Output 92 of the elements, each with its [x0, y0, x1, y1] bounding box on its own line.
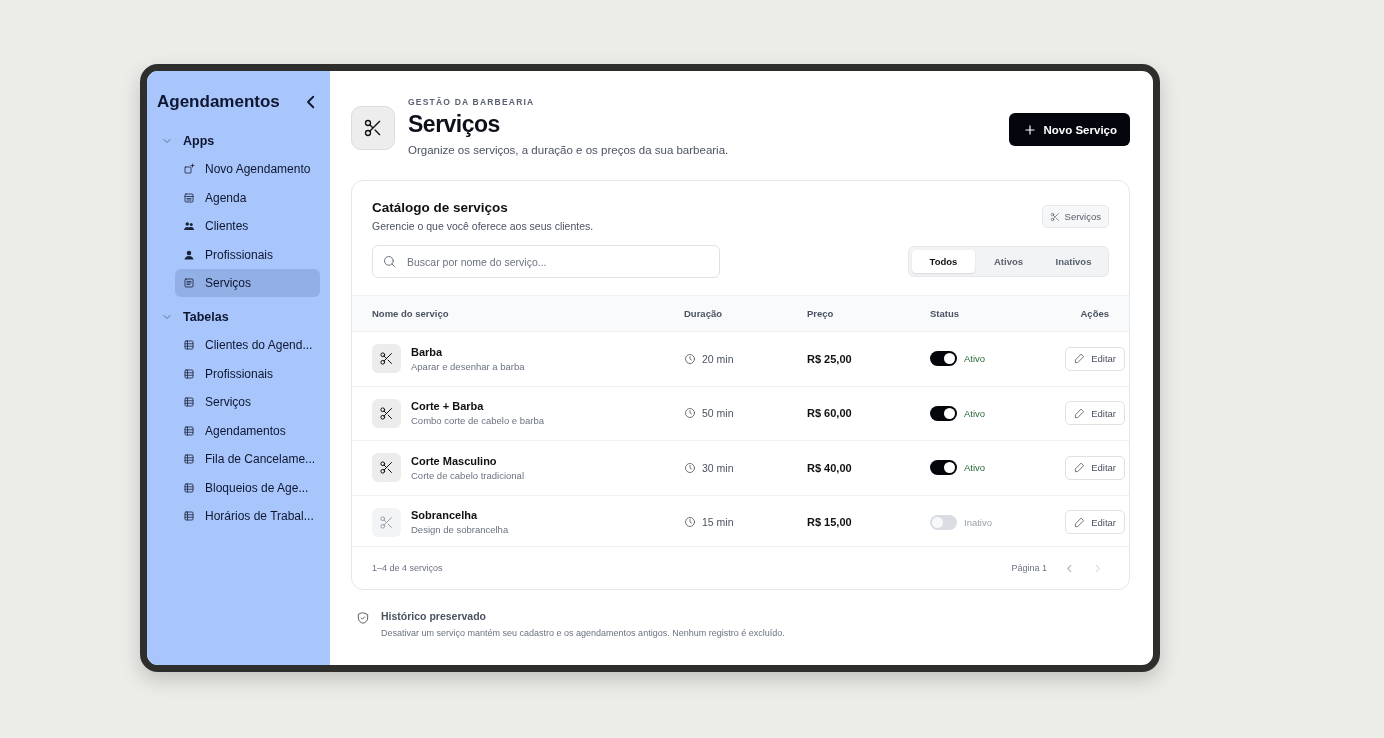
section-header[interactable]: Tabelas: [157, 303, 320, 331]
edit-button[interactable]: Editar: [1065, 346, 1125, 371]
users-icon: [183, 220, 195, 232]
clock-icon: [684, 461, 696, 474]
filter-tab[interactable]: Ativos: [977, 250, 1040, 273]
service-description: Design de sobrancelha: [411, 524, 509, 536]
column-header: Nome do serviço: [372, 308, 450, 319]
status-toggle[interactable]: [930, 514, 957, 530]
sidebar-item[interactable]: Profissionais: [175, 240, 320, 269]
price-text: R$ 15,00: [807, 516, 853, 529]
clock-icon: [684, 516, 696, 529]
pencil-icon: [1074, 462, 1086, 474]
page-subtitle: Organize os serviços, a duração e os preços da sua barbearia.: [408, 144, 730, 156]
scissors-icon: [379, 351, 394, 367]
sidebar-item[interactable]: Clientes do Agend...: [175, 331, 320, 359]
status-text: Ativo: [964, 407, 986, 419]
scissors-icon: [379, 514, 394, 530]
section-header[interactable]: Apps: [157, 127, 320, 155]
status-toggle[interactable]: [930, 460, 957, 476]
price-text: R$ 60,00: [807, 407, 853, 420]
sidebar-item[interactable]: Bloqueios de Age...: [175, 473, 320, 502]
duration-text: 15 min: [702, 516, 734, 529]
price-text: R$ 25,00: [807, 352, 853, 365]
sidebar-item[interactable]: Horários de Trabal...: [175, 502, 320, 530]
column-header: Status: [930, 308, 961, 319]
results-count: 1–4 de 4 serviços: [372, 563, 443, 573]
status-toggle[interactable]: [930, 405, 957, 421]
status-text: Ativo: [964, 353, 986, 365]
sidebar-item[interactable]: Clientes: [175, 212, 320, 240]
scissors-icon: [363, 118, 383, 138]
sidebar-item[interactable]: Serviços: [175, 269, 320, 297]
table-icon: [183, 367, 195, 380]
sidebar-item[interactable]: Profissionais: [175, 359, 320, 388]
sidebar-item[interactable]: Agendamentos: [175, 416, 320, 445]
filter-tab[interactable]: Inativos: [1042, 250, 1105, 273]
table-icon: [183, 481, 195, 494]
calendar-icon: [183, 191, 195, 204]
service-description: Aparar e desenhar a barba: [411, 360, 525, 372]
card-title: Catálogo de serviços: [372, 200, 509, 215]
service-description: Combo corte de cabelo e barba: [411, 415, 545, 427]
sidebar-title: Agendamentos: [157, 92, 280, 112]
clock-icon: [684, 352, 696, 365]
pencil-icon: [1074, 353, 1086, 365]
status-text: Ativo: [964, 462, 986, 474]
duration-text: 20 min: [702, 352, 734, 365]
column-header: Preço: [807, 308, 835, 319]
service-description: Corte de cabelo tradicional: [411, 469, 524, 481]
duration-text: 50 min: [702, 407, 734, 420]
plus-icon: [1022, 122, 1037, 137]
clock-icon: [684, 407, 696, 420]
service-name: Corte + Barba: [411, 400, 485, 413]
new-service-button[interactable]: Novo Serviço: [1008, 113, 1130, 146]
table-icon: [183, 510, 195, 522]
status-text: Inativo: [964, 516, 992, 528]
filter-tab[interactable]: Todos: [912, 250, 975, 273]
status-toggle[interactable]: [930, 351, 957, 367]
shield-icon: [356, 611, 370, 625]
table-icon: [183, 396, 195, 408]
scissors-icon: [379, 405, 394, 421]
sidebar-item[interactable]: Novo Agendamento: [175, 155, 320, 183]
table-icon: [183, 339, 195, 351]
duration-text: 30 min: [702, 461, 734, 474]
table-icon: [183, 453, 195, 465]
edit-button[interactable]: Editar: [1065, 510, 1125, 535]
sidebar-item[interactable]: Serviços: [175, 388, 320, 416]
pencil-icon: [1074, 407, 1086, 419]
service-name: Barba: [411, 345, 444, 358]
search-icon: [382, 254, 397, 269]
services-tag: Serviços: [1041, 205, 1109, 228]
search-field[interactable]: Buscar por nome do serviço...: [372, 245, 720, 278]
note-title: Histórico preservado: [381, 610, 488, 622]
edit-button[interactable]: Editar: [1065, 455, 1125, 480]
page-title: Serviços: [408, 111, 501, 138]
scissors-icon: [1049, 211, 1060, 222]
edit-button[interactable]: Editar: [1065, 401, 1125, 426]
table-icon: [183, 424, 195, 437]
sidebar-item[interactable]: Agenda: [175, 183, 320, 212]
document-icon: [183, 277, 195, 289]
new-window-icon: [183, 163, 195, 175]
service-name: Sobrancelha: [411, 509, 479, 522]
column-header: Duração: [684, 308, 723, 319]
sidebar-item[interactable]: Fila de Cancelame...: [175, 445, 320, 473]
card-subtitle: Gerencie o que você oferece aos seus clientes.: [372, 220, 594, 232]
page-label: Página 1: [1011, 563, 1047, 573]
service-name: Corte Masculino: [411, 454, 498, 467]
section-label: GESTÃO DA BARBEARIA: [408, 97, 536, 107]
price-text: R$ 40,00: [807, 461, 853, 474]
user-icon: [183, 248, 195, 261]
pencil-icon: [1074, 516, 1086, 528]
scissors-icon: [379, 460, 394, 476]
note-text: Desativar um serviço mantém seu cadastro e os agendamentos antigos. Nenhum registro é excluído.: [381, 628, 785, 638]
column-header: Ações: [1079, 308, 1109, 319]
